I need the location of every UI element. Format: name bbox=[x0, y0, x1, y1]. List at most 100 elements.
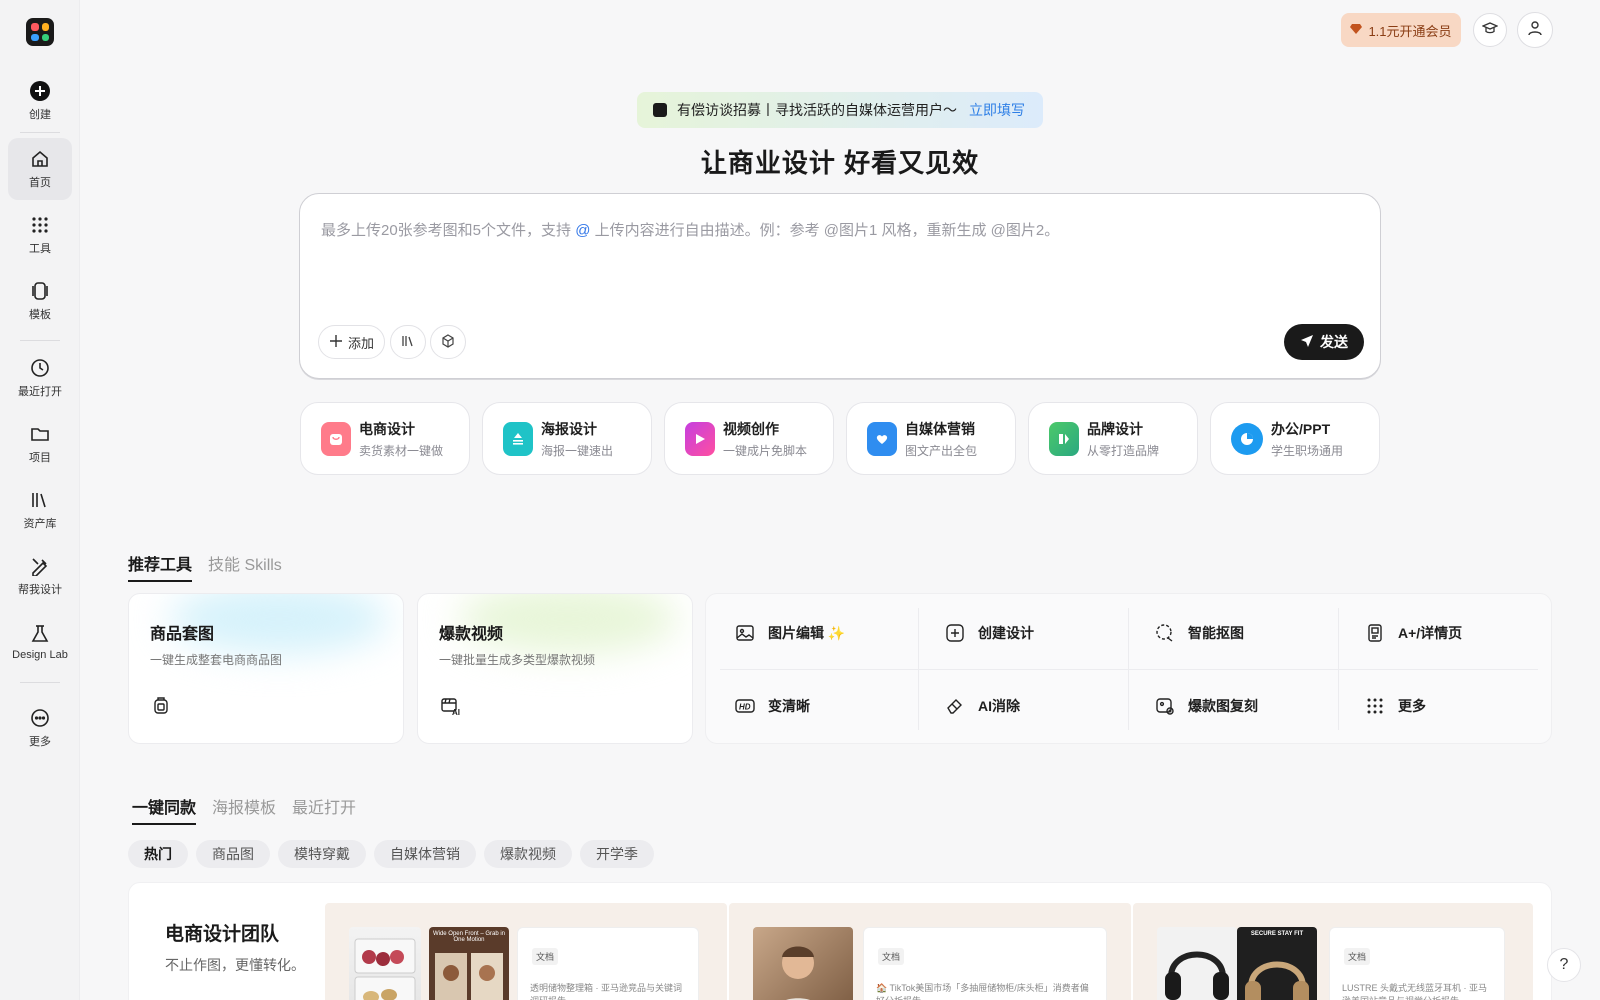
send-label: 发送 bbox=[1320, 334, 1348, 350]
category-office-ppt[interactable]: 办公/PPT 学生职场通用 bbox=[1210, 402, 1380, 475]
banner-text: 有偿访谈招募丨寻找活跃的自媒体运营用户～ bbox=[677, 102, 957, 118]
category-social-marketing[interactable]: 自媒体营销 图文产出全包 bbox=[846, 402, 1016, 475]
diamond-icon bbox=[1350, 23, 1363, 38]
lab-flask-icon bbox=[29, 623, 51, 645]
product-image-storage-promo: Wide Open Front – Grab in One Motion bbox=[429, 927, 509, 1000]
svg-text:HD: HD bbox=[739, 702, 751, 711]
tab-poster-templates[interactable]: 海报模板 bbox=[212, 794, 276, 825]
cutout-icon bbox=[1154, 622, 1176, 644]
product-image-headphones bbox=[1157, 927, 1237, 1000]
sidebar-item-projects[interactable]: 项目 bbox=[8, 413, 72, 475]
tab-recommended-tools[interactable]: 推荐工具 bbox=[128, 551, 193, 582]
team-title: 电商设计团队 bbox=[165, 924, 280, 945]
doc-text: LUSTRE 头戴式无线蓝牙耳机 · 亚马逊美国站竞品与视觉分析报告 bbox=[1342, 983, 1488, 1000]
user-icon bbox=[1527, 20, 1543, 41]
3d-model-button[interactable] bbox=[430, 325, 466, 359]
filter-social-marketing[interactable]: 自媒体营销 bbox=[374, 840, 476, 868]
app-logo[interactable] bbox=[26, 18, 54, 46]
academy-button[interactable] bbox=[1473, 13, 1507, 47]
user-avatar-button[interactable] bbox=[1517, 12, 1553, 48]
more-dots-icon bbox=[29, 707, 51, 729]
sidebar-item-more[interactable]: 更多 bbox=[8, 697, 72, 759]
clock-icon bbox=[29, 357, 51, 379]
document-card: 文档 LUSTRE 头戴式无线蓝牙耳机 · 亚马逊美国站竞品与视觉分析报告 bbox=[1329, 927, 1505, 1000]
category-video[interactable]: 视频创作 一键成片免脚本 bbox=[664, 402, 834, 475]
sidebar-item-tools[interactable]: 工具 bbox=[8, 204, 72, 266]
filter-model-wear[interactable]: 模特穿戴 bbox=[278, 840, 366, 868]
sidebar-item-templates[interactable]: 模板 bbox=[8, 270, 72, 332]
vip-label: 1.1元开通会员 bbox=[1368, 23, 1452, 39]
tool-create-design[interactable]: 创建设计 bbox=[916, 597, 1126, 668]
banner-logo-icon bbox=[653, 103, 667, 117]
banner-link[interactable]: 立即填写 bbox=[969, 100, 1025, 120]
sidebar-item-label: 创建 bbox=[29, 109, 51, 121]
document-card: 文档 🏠 TikTok美国市场「多抽屉储物柜/床头柜」消费者偏好分析报告 bbox=[863, 927, 1107, 1000]
category-title: 海报设计 bbox=[541, 420, 597, 437]
category-brand[interactable]: 品牌设计 从零打造品牌 bbox=[1028, 402, 1198, 475]
tool-label: 图片编辑 ✨ bbox=[768, 624, 846, 641]
preview-card[interactable]: 文档 🏠 TikTok美国市场「多抽屉储物柜/床头柜」消费者偏好分析报告 bbox=[729, 903, 1131, 1000]
tool-grid: 图片编辑 ✨ 创建设计 智能抠图 A+/详情页 HD 变清晰 AI消除 爆款图复… bbox=[705, 593, 1552, 744]
library-icon bbox=[29, 489, 51, 511]
tool-card-viral-video[interactable]: 爆款视频 一键批量生成多类型爆款视频 AI bbox=[417, 593, 693, 744]
poster-icon bbox=[503, 421, 533, 456]
vip-button[interactable]: 1.1元开通会员 bbox=[1341, 13, 1461, 47]
placeholder-at: @ bbox=[575, 222, 591, 239]
help-button[interactable]: ? bbox=[1547, 948, 1581, 982]
tool-ai-erase[interactable]: AI消除 bbox=[916, 670, 1126, 741]
category-subtitle: 海报一键速出 bbox=[541, 443, 614, 458]
tool-card-title: 爆款视频 bbox=[439, 626, 504, 643]
grid-more-icon bbox=[1364, 695, 1386, 717]
preview-card[interactable]: Wide Open Front – Grab in One Motion 文档 … bbox=[325, 903, 727, 1000]
tool-image-edit[interactable]: 图片编辑 ✨ bbox=[706, 597, 916, 668]
plus-icon bbox=[329, 334, 343, 351]
template-icon bbox=[29, 280, 51, 302]
placeholder-text: 最多上传20张参考图和5个文件，支持 bbox=[321, 222, 572, 239]
doc-text: 🏠 TikTok美国市场「多抽屉储物柜/床头柜」消费者偏好分析报告 bbox=[876, 983, 1089, 1000]
tool-card-subtitle: 一键生成整套电商商品图 bbox=[150, 653, 283, 667]
tool-label: 变清晰 bbox=[768, 697, 810, 714]
recruit-banner[interactable]: 有偿访谈招募丨寻找活跃的自媒体运营用户～ 立即填写 bbox=[637, 92, 1043, 128]
prompt-box[interactable]: 最多上传20张参考图和5个文件，支持 @ 上传内容进行自由描述。例：参考 @图片… bbox=[299, 193, 1381, 379]
tab-skills[interactable]: 技能 Skills bbox=[208, 551, 282, 582]
design-team-panel: 电商设计团队 不止作图，更懂转化。 Wide Open Front – Grab… bbox=[128, 882, 1552, 1000]
eraser-icon bbox=[944, 695, 966, 717]
tool-detail-page[interactable]: A+/详情页 bbox=[1336, 597, 1546, 668]
tool-smart-cutout[interactable]: 智能抠图 bbox=[1126, 597, 1336, 668]
tool-enhance[interactable]: HD 变清晰 bbox=[706, 670, 916, 741]
hd-icon: HD bbox=[734, 695, 756, 717]
send-button[interactable]: 发送 bbox=[1284, 324, 1364, 360]
filter-product-image[interactable]: 商品图 bbox=[196, 840, 270, 868]
sidebar-item-design-lab[interactable]: Design Lab bbox=[8, 611, 72, 673]
category-ecommerce[interactable]: 电商设计 卖货素材一键做 bbox=[300, 402, 470, 475]
preview-card[interactable]: SECURE STAY FIT 文档 LUSTRE 头戴式无线蓝牙耳机 · 亚马… bbox=[1133, 903, 1533, 1000]
prompt-placeholder[interactable]: 最多上传20张参考图和5个文件，支持 @ 上传内容进行自由描述。例：参考 @图片… bbox=[321, 219, 1059, 240]
detail-page-icon bbox=[1364, 622, 1386, 644]
tool-more[interactable]: 更多 bbox=[1336, 670, 1546, 741]
category-subtitle: 卖货素材一键做 bbox=[359, 443, 444, 458]
tool-viral-image-copy[interactable]: 爆款图复刻 bbox=[1126, 670, 1336, 741]
filter-viral-video[interactable]: 爆款视频 bbox=[484, 840, 572, 868]
tool-label: AI消除 bbox=[978, 697, 1020, 714]
tool-label: 爆款图复刻 bbox=[1188, 697, 1258, 714]
category-poster[interactable]: 海报设计 海报一键速出 bbox=[482, 402, 652, 475]
tab-recent-opened[interactable]: 最近打开 bbox=[292, 794, 356, 825]
doc-tag: 文档 bbox=[878, 948, 905, 965]
asset-library-button[interactable] bbox=[390, 325, 426, 359]
tool-card-product-set[interactable]: 商品套图 一键生成整套电商商品图 bbox=[128, 593, 404, 744]
doc-tag: 文档 bbox=[1344, 948, 1371, 965]
add-button[interactable]: 添加 bbox=[318, 325, 385, 359]
sidebar-item-help-design[interactable]: 帮我设计 bbox=[8, 545, 72, 607]
sidebar-item-assets[interactable]: 资产库 bbox=[8, 479, 72, 541]
add-label: 添加 bbox=[347, 335, 374, 351]
sidebar-item-recent[interactable]: 最近打开 bbox=[8, 347, 72, 409]
divider bbox=[20, 682, 60, 683]
page-title: 让商业设计 好看又见效 bbox=[700, 148, 980, 178]
product-image-storage-box bbox=[349, 927, 421, 1000]
sidebar-item-create[interactable]: 创建 bbox=[8, 70, 72, 132]
filter-back-to-school[interactable]: 开学季 bbox=[580, 840, 654, 868]
tab-one-click-same[interactable]: 一键同款 bbox=[132, 794, 197, 825]
filter-hot[interactable]: 热门 bbox=[128, 840, 188, 868]
folder-icon bbox=[29, 423, 51, 445]
category-subtitle: 从零打造品牌 bbox=[1087, 443, 1160, 458]
